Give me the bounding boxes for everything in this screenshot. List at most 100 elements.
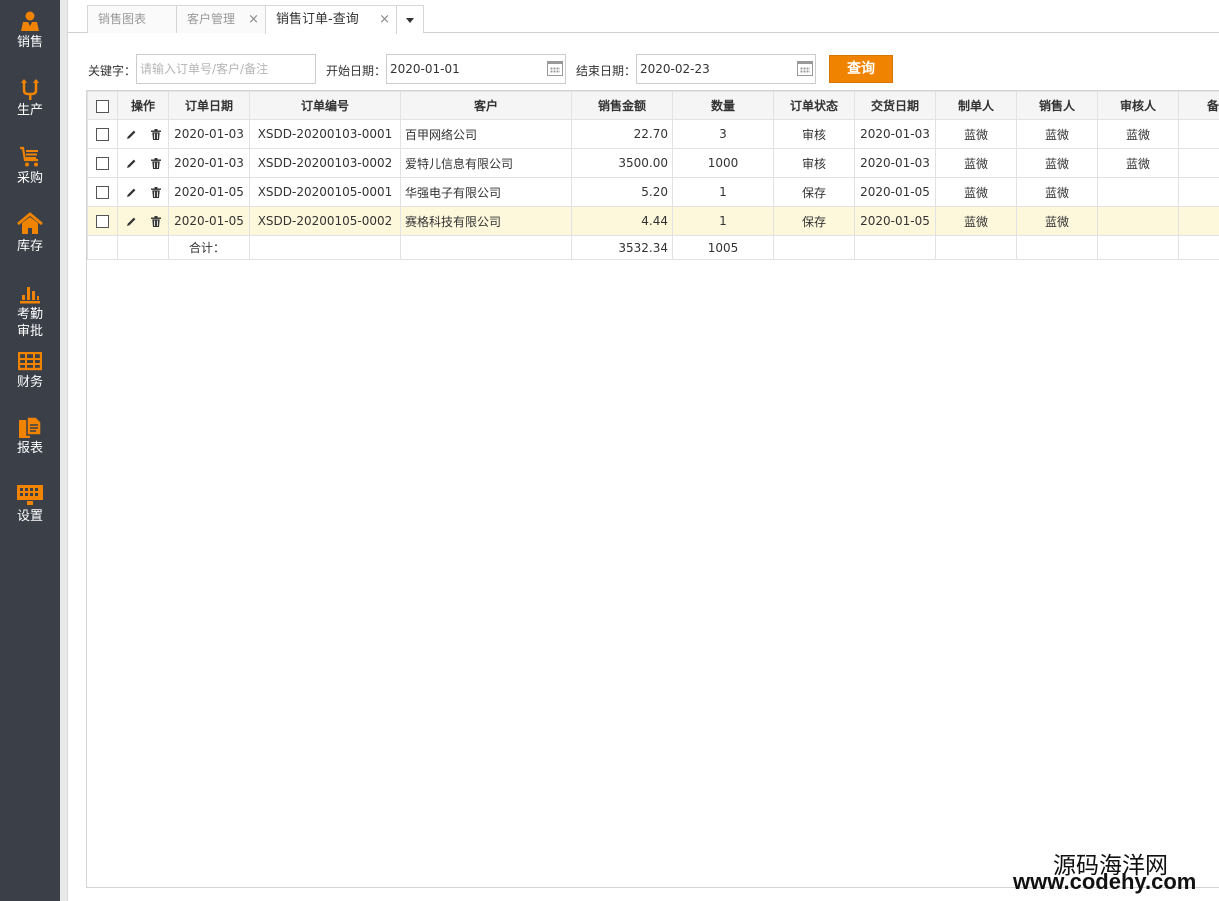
sidebar-item-report[interactable]: 报表 [0,416,60,457]
cell-more [1178,177,1219,207]
edit-icon[interactable] [126,158,137,169]
col-header-amount[interactable]: 销售金额 [571,91,673,120]
orders-grid: 操作 订单日期 订单编号 客户 销售金额 数量 订单状态 交货日期 制单人 销售… [86,90,1219,888]
cell-date: 2020-01-03 [168,119,250,149]
sidebar-item-inventory[interactable]: 库存 [0,212,60,255]
cell-more [1178,119,1219,149]
cell-date: 2020-01-05 [168,206,250,236]
row-checkbox[interactable] [96,157,109,170]
row-checkbox[interactable] [96,128,109,141]
cell-seller: 蓝微 [1016,177,1098,207]
cell-amount: 4.44 [571,206,673,236]
row-checkbox[interactable] [96,186,109,199]
home-icon [17,212,43,234]
trash-icon[interactable] [150,186,161,198]
col-header-delivery[interactable]: 交货日期 [854,91,936,120]
col-header-customer[interactable]: 客户 [400,91,572,120]
row-actions [117,206,169,236]
trash-icon[interactable] [150,128,161,140]
select-all-cell [87,91,118,120]
sidebar-item-label: 审批 [16,324,43,339]
close-icon[interactable]: × [379,6,390,33]
calendar-icon[interactable] [547,61,563,76]
row-select-cell [87,119,118,149]
tab-label: 销售订单-查询 [276,12,359,27]
keyword-label: 关键字： [88,64,137,78]
sidebar-item-attendance[interactable]: 考勤 审批 [0,282,60,340]
tab-label: 销售图表 [98,12,147,26]
col-header-auditor[interactable]: 审核人 [1097,91,1179,120]
cell-more [1178,148,1219,178]
sidebar-item-label: 采购 [16,171,43,186]
cell-auditor: 蓝微 [1097,148,1179,178]
tab-sales-order-query[interactable]: 销售订单-查询 × [265,5,397,34]
sidebar-item-finance[interactable]: 财务 [0,352,60,391]
production-arrows-icon [21,79,39,100]
sidebar-item-settings[interactable]: 设置 [0,484,60,525]
summary-label: 合计： [168,235,250,260]
col-header-qty[interactable]: 数量 [672,91,774,120]
col-header-no[interactable]: 订单编号 [249,91,401,120]
query-button[interactable]: 查询 [829,55,893,83]
start-date-input[interactable] [386,54,566,84]
edit-icon[interactable] [126,129,137,140]
table-row[interactable]: 2020-01-03 XSDD-20200103-0001 百甲网络公司 22.70 3… [87,119,1219,149]
sidebar-item-purchase[interactable]: 采购 [0,146,60,187]
col-header-date[interactable]: 订单日期 [168,91,250,120]
sidebar-item-label: 生产 [16,103,43,118]
cell-more [1178,206,1219,236]
sidebar-item-sales[interactable]: 销售 [0,10,60,51]
trash-icon[interactable] [150,157,161,169]
report-doc-icon [19,416,42,438]
cell-delivery: 2020-01-03 [854,148,936,178]
cell-qty: 1000 [672,148,774,178]
col-header-status[interactable]: 订单状态 [773,91,855,120]
sidebar-item-label: 库存 [16,239,43,254]
cell-seller: 蓝微 [1016,148,1098,178]
col-header-seller[interactable]: 销售人 [1016,91,1098,120]
cell-delivery: 2020-01-03 [854,119,936,149]
cell-order-no: XSDD-20200103-0002 [249,148,401,178]
tab-customer-management[interactable]: 客户管理 × [176,5,266,33]
tab-bar: 销售图表 客户管理 × 销售订单-查询 × [68,0,1219,34]
table-row[interactable]: 2020-01-05 XSDD-20200105-0001 华强电子有限公司 5.20… [87,177,1219,207]
keyword-input[interactable] [136,54,316,84]
table-row[interactable]: 2020-01-03 XSDD-20200103-0002 爱特儿信息有限公司 350… [87,148,1219,178]
sidebar-item-production[interactable]: 生产 [0,78,60,119]
cell-delivery: 2020-01-05 [854,177,936,207]
row-actions [117,177,169,207]
trash-icon[interactable] [150,215,161,227]
select-all-checkbox[interactable] [96,99,109,113]
cell-delivery: 2020-01-05 [854,206,936,236]
cell-seller: 蓝微 [1016,206,1098,236]
row-select-cell [87,148,118,178]
cell-customer: 赛格科技有限公司 [400,206,572,236]
sidebar-item-label: 销售 [16,35,43,50]
sales-person-icon [21,11,39,31]
edit-icon[interactable] [126,187,137,198]
row-checkbox[interactable] [96,215,109,228]
summary-qty: 1005 [672,235,774,260]
purchase-cart-icon [20,146,38,167]
row-actions [117,119,169,149]
table-row[interactable]: 2020-01-05 XSDD-20200105-0002 赛格科技有限公司 4.44… [87,206,1219,236]
close-icon[interactable]: × [248,6,259,33]
cell-amount: 22.70 [571,119,673,149]
tab-sales-chart[interactable]: 销售图表 [87,5,177,33]
table-header-row: 操作 订单日期 订单编号 客户 销售金额 数量 订单状态 交货日期 制单人 销售… [87,91,1219,120]
col-header-creator[interactable]: 制单人 [935,91,1017,120]
sidebar-item-label: 考勤 [16,307,43,322]
cell-status: 保存 [773,177,855,207]
cell-customer: 百甲网络公司 [400,119,572,149]
cell-creator: 蓝微 [935,119,1017,149]
calendar-icon[interactable] [797,61,813,76]
end-date-input[interactable] [636,54,816,84]
tab-label: 客户管理 [187,12,236,26]
cell-order-no: XSDD-20200105-0002 [249,206,401,236]
cell-seller: 蓝微 [1016,119,1098,149]
tab-more-button[interactable] [396,5,424,33]
sidebar-splitter[interactable] [60,0,68,901]
cell-creator: 蓝微 [935,148,1017,178]
edit-icon[interactable] [126,216,137,227]
col-header-more[interactable]: 备 [1178,91,1219,120]
